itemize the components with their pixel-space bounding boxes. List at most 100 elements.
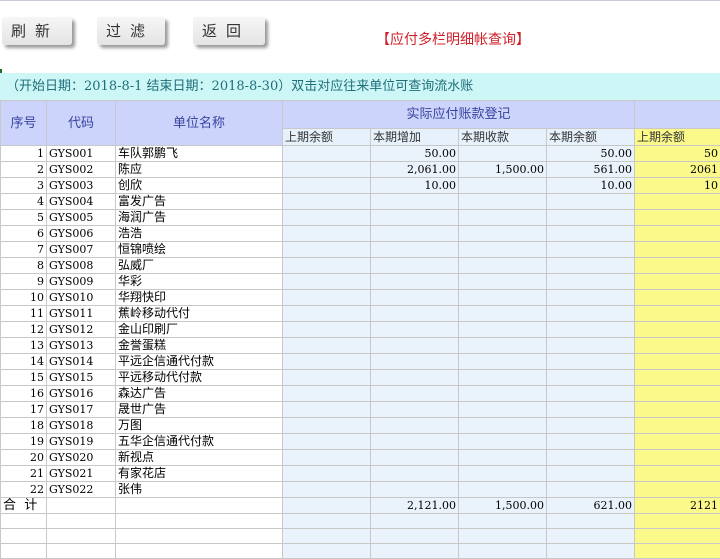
- prev-balance-2-cell[interactable]: [635, 354, 720, 370]
- prev-balance-2-cell[interactable]: [635, 322, 720, 338]
- increase-cell[interactable]: 2,061.00: [371, 162, 459, 178]
- empty-cell[interactable]: [635, 529, 720, 544]
- empty-cell[interactable]: [459, 514, 547, 529]
- table-row[interactable]: 18GYS018万图: [1, 418, 720, 434]
- empty-cell[interactable]: [116, 498, 283, 514]
- table-row[interactable]: 19GYS019五华企信通代付款: [1, 434, 720, 450]
- table-row[interactable]: 17GYS017晟世广告: [1, 402, 720, 418]
- increase-cell[interactable]: [371, 242, 459, 258]
- prev-balance-2-cell[interactable]: [635, 226, 720, 242]
- received-cell[interactable]: [459, 354, 547, 370]
- name-cell[interactable]: 海润广告: [116, 210, 283, 226]
- code-cell[interactable]: GYS021: [47, 466, 116, 482]
- seq-cell[interactable]: 5: [1, 210, 47, 226]
- increase-cell[interactable]: [371, 322, 459, 338]
- empty-cell[interactable]: [47, 529, 116, 544]
- cur-balance-cell[interactable]: [547, 258, 635, 274]
- code-cell[interactable]: GYS013: [47, 338, 116, 354]
- prev-balance-2-cell[interactable]: 2061: [635, 162, 720, 178]
- empty-cell[interactable]: [371, 514, 459, 529]
- name-cell[interactable]: 陈应: [116, 162, 283, 178]
- increase-cell[interactable]: [371, 306, 459, 322]
- prev-balance-2-cell[interactable]: [635, 434, 720, 450]
- seq-cell[interactable]: 21: [1, 466, 47, 482]
- cur-balance-cell[interactable]: [547, 306, 635, 322]
- increase-cell[interactable]: [371, 386, 459, 402]
- table-row[interactable]: 14GYS014平远企信通代付款: [1, 354, 720, 370]
- received-cell[interactable]: [459, 338, 547, 354]
- seq-cell[interactable]: 4: [1, 194, 47, 210]
- seq-cell[interactable]: 6: [1, 226, 47, 242]
- seq-cell[interactable]: 20: [1, 450, 47, 466]
- seq-cell[interactable]: 17: [1, 402, 47, 418]
- seq-cell[interactable]: 7: [1, 242, 47, 258]
- increase-cell[interactable]: [371, 258, 459, 274]
- seq-cell[interactable]: 10: [1, 290, 47, 306]
- received-cell[interactable]: [459, 146, 547, 162]
- code-cell[interactable]: GYS012: [47, 322, 116, 338]
- code-cell[interactable]: GYS010: [47, 290, 116, 306]
- increase-cell[interactable]: [371, 402, 459, 418]
- table-row[interactable]: 9GYS009华彩: [1, 274, 720, 290]
- name-cell[interactable]: 华翔快印: [116, 290, 283, 306]
- name-cell[interactable]: 浩浩: [116, 226, 283, 242]
- table-row[interactable]: 21GYS021有家花店: [1, 466, 720, 482]
- empty-cell[interactable]: [116, 544, 283, 559]
- code-cell[interactable]: GYS009: [47, 274, 116, 290]
- prev-balance-cell[interactable]: [283, 306, 371, 322]
- prev-balance-cell[interactable]: [283, 338, 371, 354]
- prev-balance-cell[interactable]: [283, 434, 371, 450]
- cur-balance-cell[interactable]: [547, 242, 635, 258]
- name-cell[interactable]: 蕉岭移动代付: [116, 306, 283, 322]
- seq-cell[interactable]: 14: [1, 354, 47, 370]
- total-prev-balance-2[interactable]: 2121: [635, 498, 720, 514]
- name-cell[interactable]: 车队郭鹏飞: [116, 146, 283, 162]
- total-prev-balance[interactable]: [283, 498, 371, 514]
- prev-balance-cell[interactable]: [283, 290, 371, 306]
- empty-cell[interactable]: [47, 514, 116, 529]
- increase-cell[interactable]: [371, 274, 459, 290]
- cur-balance-cell[interactable]: [547, 210, 635, 226]
- cur-balance-cell[interactable]: 561.00: [547, 162, 635, 178]
- cur-balance-cell[interactable]: [547, 322, 635, 338]
- prev-balance-2-cell[interactable]: 50: [635, 146, 720, 162]
- code-cell[interactable]: GYS008: [47, 258, 116, 274]
- increase-cell[interactable]: [371, 370, 459, 386]
- name-cell[interactable]: 华彩: [116, 274, 283, 290]
- prev-balance-cell[interactable]: [283, 466, 371, 482]
- code-cell[interactable]: GYS022: [47, 482, 116, 498]
- prev-balance-2-cell[interactable]: [635, 306, 720, 322]
- cur-balance-cell[interactable]: 10.00: [547, 178, 635, 194]
- empty-cell[interactable]: [635, 514, 720, 529]
- increase-cell[interactable]: [371, 482, 459, 498]
- filter-button[interactable]: 过滤: [97, 17, 165, 45]
- code-cell[interactable]: GYS014: [47, 354, 116, 370]
- increase-cell[interactable]: [371, 338, 459, 354]
- empty-cell[interactable]: [547, 544, 635, 559]
- prev-balance-cell[interactable]: [283, 386, 371, 402]
- table-row[interactable]: 2GYS002陈应2,061.001,500.00561.002061: [1, 162, 720, 178]
- cur-balance-cell[interactable]: [547, 402, 635, 418]
- empty-cell[interactable]: [283, 514, 371, 529]
- prev-balance-cell[interactable]: [283, 242, 371, 258]
- prev-balance-cell[interactable]: [283, 178, 371, 194]
- prev-balance-2-cell[interactable]: [635, 450, 720, 466]
- name-cell[interactable]: 金誉蛋糕: [116, 338, 283, 354]
- empty-cell[interactable]: [547, 529, 635, 544]
- cur-balance-cell[interactable]: [547, 274, 635, 290]
- empty-cell[interactable]: [47, 544, 116, 559]
- code-cell[interactable]: GYS005: [47, 210, 116, 226]
- prev-balance-2-cell[interactable]: [635, 418, 720, 434]
- seq-cell[interactable]: 13: [1, 338, 47, 354]
- table-row[interactable]: 22GYS022张伟: [1, 482, 720, 498]
- table-row[interactable]: 6GYS006浩浩: [1, 226, 720, 242]
- cur-balance-cell[interactable]: [547, 290, 635, 306]
- empty-cell[interactable]: [371, 544, 459, 559]
- table-row[interactable]: 13GYS013金誉蛋糕: [1, 338, 720, 354]
- received-cell[interactable]: [459, 242, 547, 258]
- empty-cell[interactable]: [47, 498, 116, 514]
- increase-cell[interactable]: [371, 194, 459, 210]
- prev-balance-cell[interactable]: [283, 322, 371, 338]
- seq-cell[interactable]: 15: [1, 370, 47, 386]
- table-row[interactable]: 12GYS012金山印刷厂: [1, 322, 720, 338]
